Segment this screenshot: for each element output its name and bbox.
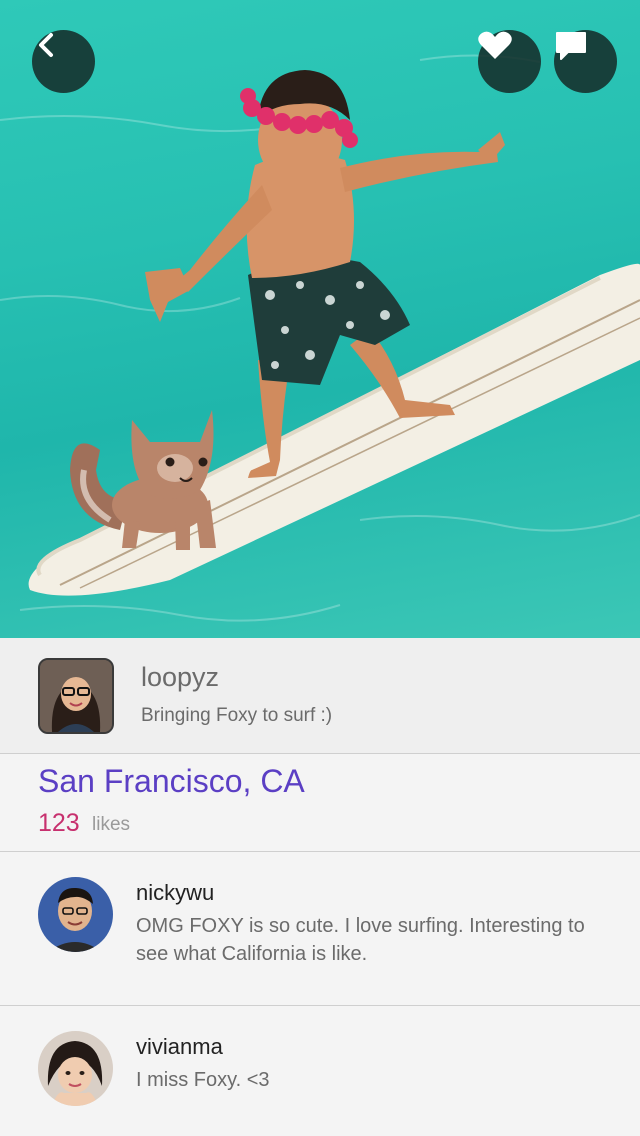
- comment-item: vivianma I miss Foxy. <3: [0, 1006, 640, 1136]
- photo-illustration: [0, 54, 640, 622]
- avatar[interactable]: [38, 1031, 113, 1106]
- back-button[interactable]: [32, 30, 95, 93]
- likes-count[interactable]: 123: [38, 809, 80, 838]
- like-button[interactable]: [478, 30, 541, 93]
- avatar[interactable]: [38, 658, 114, 734]
- heart-icon: [478, 31, 512, 59]
- speech-bubble-icon: [556, 32, 586, 60]
- post-header: loopyz Bringing Foxy to surf :): [0, 638, 640, 754]
- location-likes-section: San Francisco, CA 123 likes: [0, 754, 640, 852]
- commenter-avatar-image: [38, 1031, 113, 1106]
- chevron-left-icon: [39, 33, 53, 57]
- post-caption: Bringing Foxy to surf :): [141, 705, 333, 726]
- comment-button[interactable]: [554, 30, 617, 93]
- post-photo: [0, 0, 640, 638]
- location-link[interactable]: San Francisco, CA: [38, 763, 305, 800]
- comment-username[interactable]: nickywu: [136, 880, 214, 906]
- avatar[interactable]: [38, 877, 113, 952]
- comment-text: OMG FOXY is so cute. I love surfing. Int…: [136, 915, 585, 965]
- commenter-avatar-image: [38, 877, 113, 952]
- user-avatar-image: [40, 660, 112, 732]
- likes-label: likes: [92, 814, 131, 835]
- comment-item: nickywu OMG FOXY is so cute. I love surf…: [0, 852, 640, 1006]
- comment-username[interactable]: vivianma: [136, 1034, 223, 1060]
- comment-text: I miss Foxy. <3: [136, 1069, 270, 1091]
- post-username[interactable]: loopyz: [141, 662, 219, 693]
